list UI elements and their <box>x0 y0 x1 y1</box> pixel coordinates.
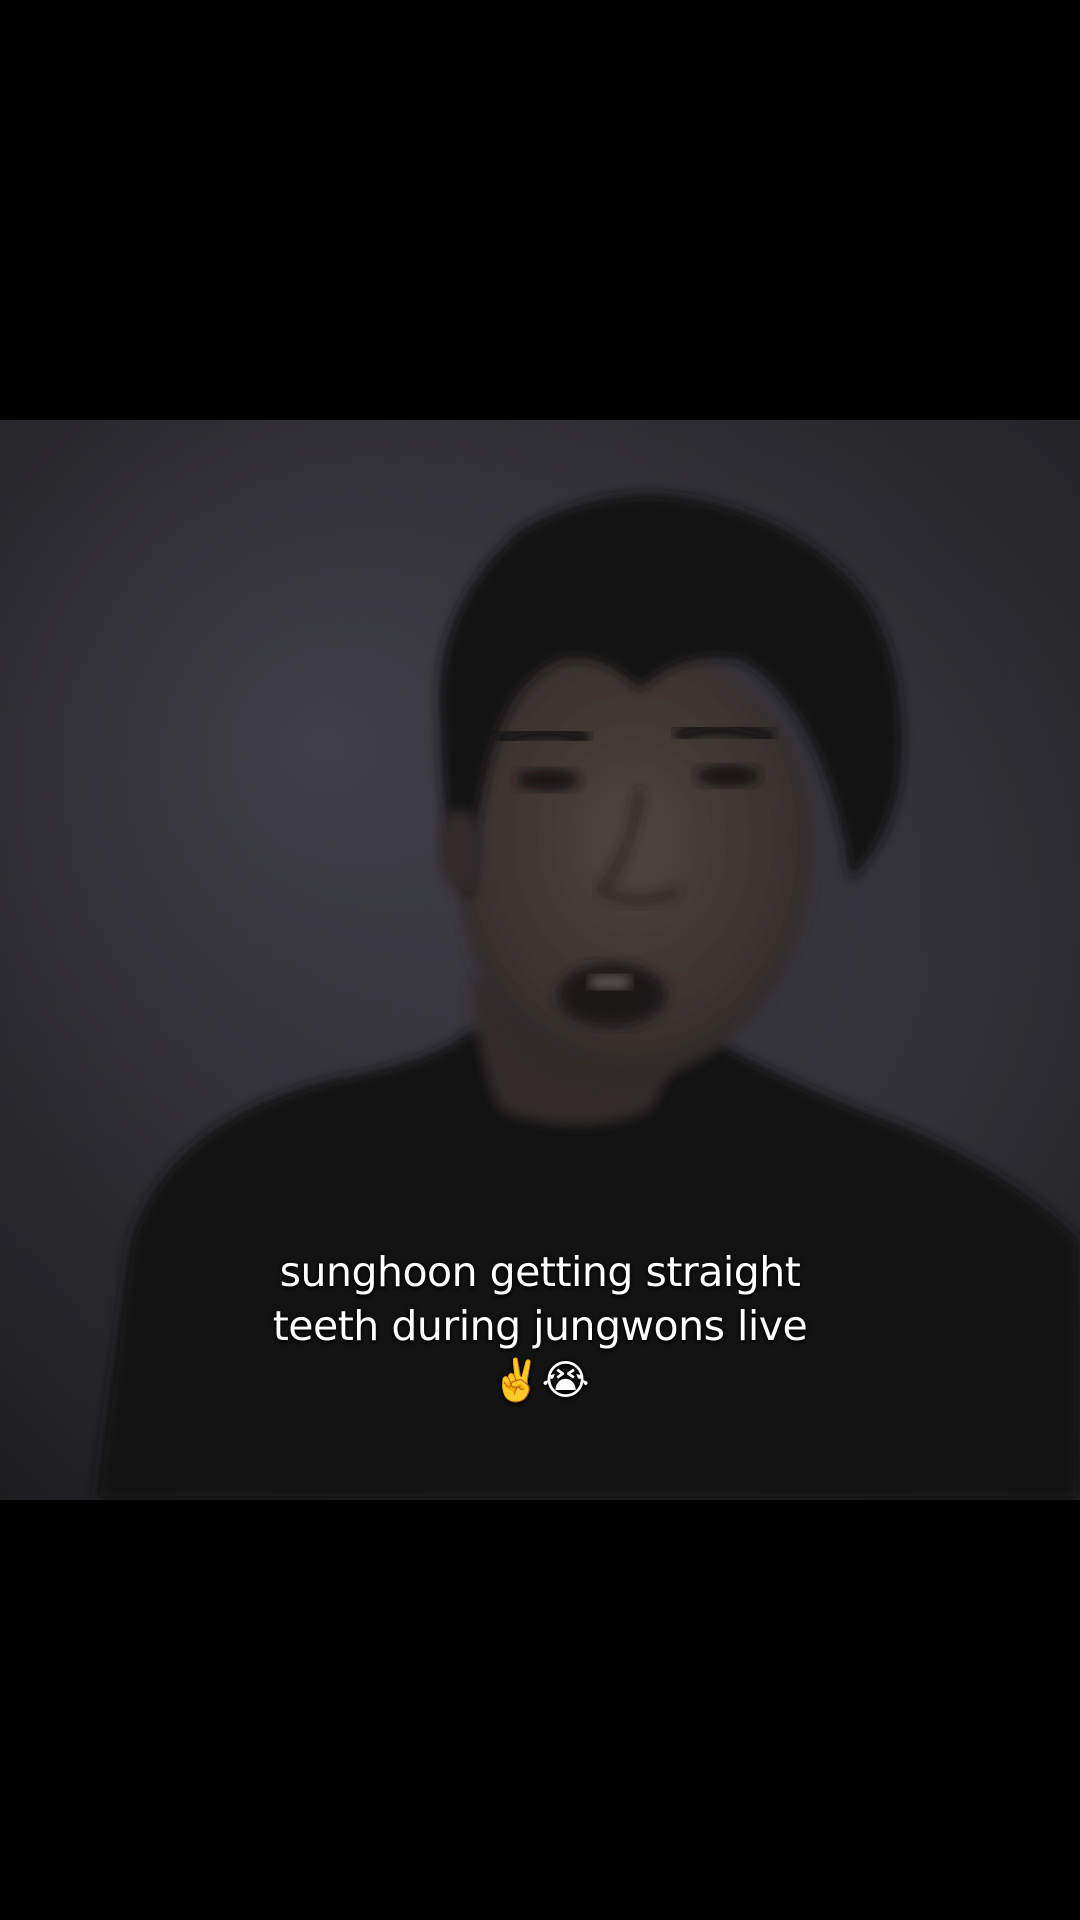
caption-overlay: sunghoon getting straight teeth during j… <box>140 1245 940 1407</box>
caption-line-2: teeth during jungwons live <box>272 1302 808 1350</box>
top-letterbox <box>0 0 1080 420</box>
bottom-letterbox <box>0 1500 1080 1920</box>
caption-emoji-line: ✌️😭 <box>491 1356 589 1404</box>
caption-line-1: sunghoon getting straight <box>279 1248 801 1296</box>
